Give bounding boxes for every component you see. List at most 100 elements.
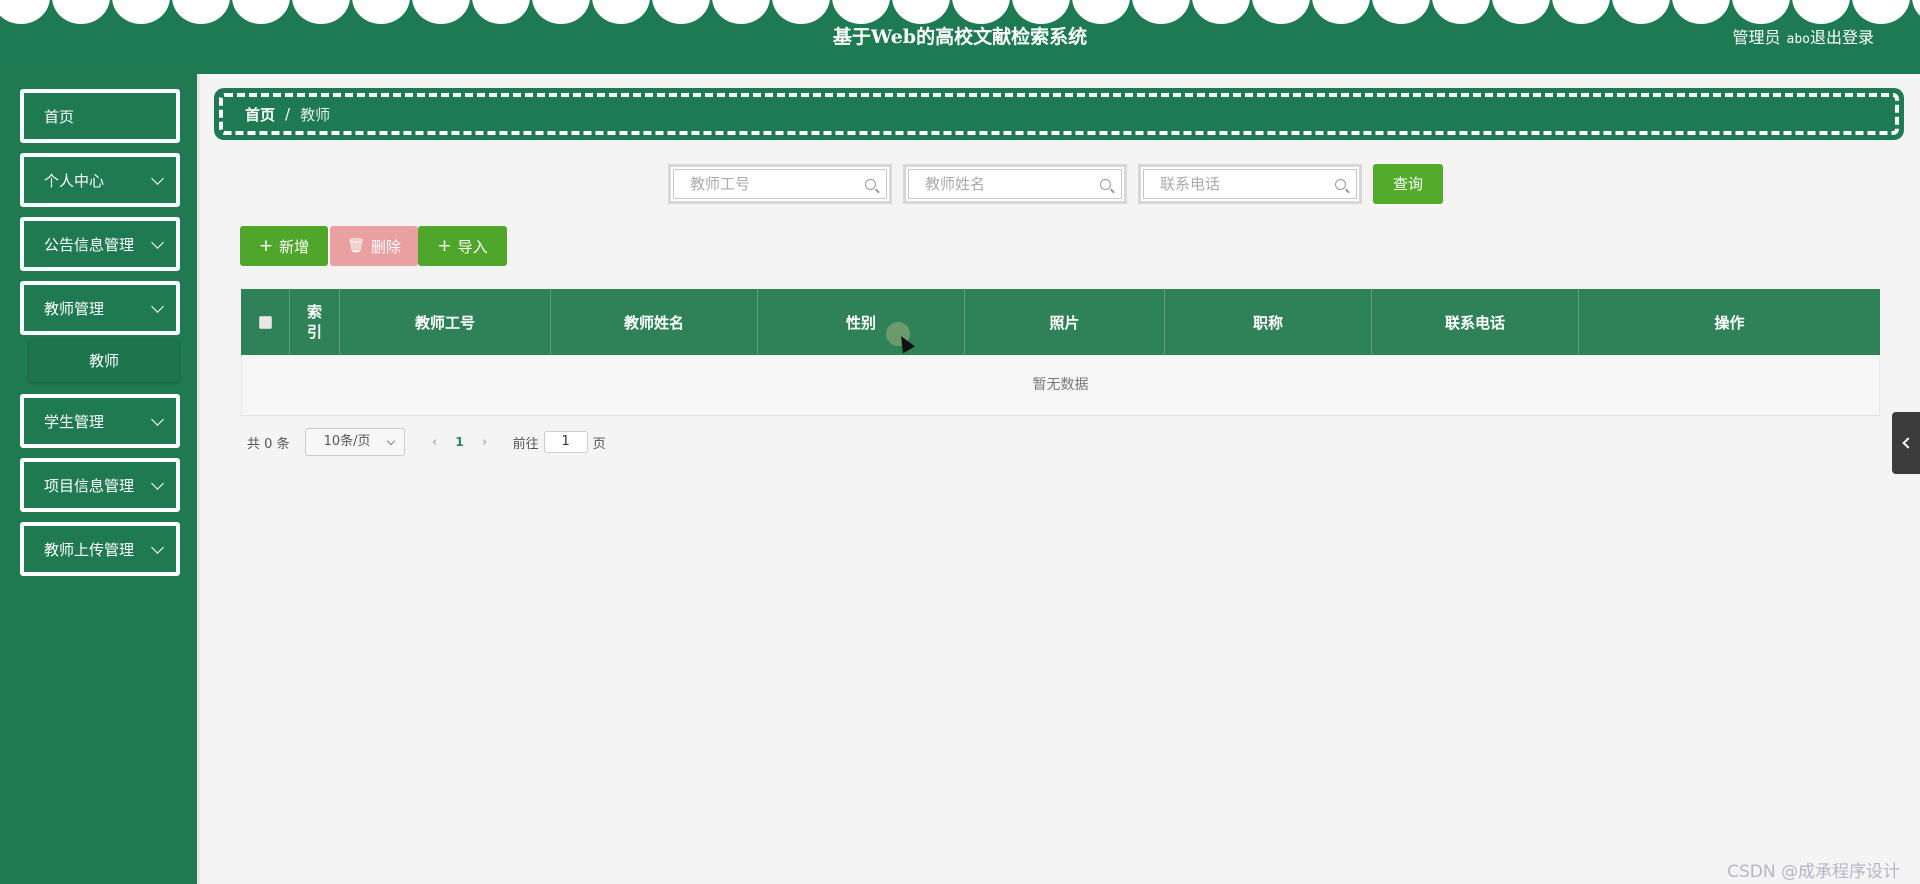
table-empty-text: 暂无数据 [241,355,1880,416]
sidebar-item-label: 教师管理 [44,299,105,318]
sidebar-item-teacher-management[interactable]: 教师管理 [20,281,180,335]
search-field-inner [673,169,887,199]
add-button-label: 新增 [279,237,310,256]
prev-page-icon[interactable]: ‹ [425,435,445,450]
add-button[interactable]: + 新增 [240,226,328,266]
column-header-teacher-name: 教师姓名 [551,289,758,355]
column-header-photo: 照片 [965,289,1165,355]
header-scallop [1672,0,1730,24]
teacher-table: 索引 教师工号 教师姓名 性别 照片 职称 联系电话 操作 暂无数据 [241,289,1880,416]
trash-icon: 🗑 [347,238,365,254]
header-scallop [1072,0,1130,24]
search-field-inner [908,169,1122,199]
chevron-down-icon [151,236,164,249]
column-header-phone: 联系电话 [1372,289,1579,355]
user-role: 管理员 [1732,28,1781,47]
header-scallop [1312,0,1370,24]
app-title: 基于Web的高校文献检索系统 [832,26,1088,48]
breadcrumb-inner: 首页 / 教师 [219,93,1899,135]
search-icon [1100,179,1111,190]
goto-label: 前往 [512,436,539,452]
teacher-name-input[interactable] [909,170,1121,198]
search-field-inner [1143,169,1357,199]
phone-input[interactable] [1144,170,1356,198]
teacher-name-search-field [903,164,1127,204]
sidebar-item-notice-management[interactable]: 公告信息管理 [20,217,180,271]
search-icon [1335,179,1346,190]
next-page-icon[interactable]: › [475,435,495,450]
user-info: 管理员 abo [1733,24,1811,48]
header-scallop [1792,0,1850,24]
header-scallop [1912,0,1920,24]
header-scallop [592,0,650,24]
top-header: 基于Web的高校文献检索系统 管理员 abo 退出登录 [0,0,1920,74]
teacher-id-input[interactable] [674,170,886,198]
sidebar-item-label: 学生管理 [44,412,105,431]
column-header-gender: 性别 [758,289,965,355]
header-scallop [1372,0,1430,24]
column-header-teacher-id: 教师工号 [340,289,551,355]
header-scallop [1192,0,1250,24]
header-scallop [1612,0,1670,24]
header-scallop [832,0,890,24]
page-number[interactable]: 1 [445,435,475,449]
header-scallop [1552,0,1610,24]
watermark: CSDN @成承程序设计 [1727,862,1900,882]
delete-button-label: 删除 [370,237,401,256]
goto-page-input[interactable]: 1 [543,431,588,453]
header-scallop [292,0,350,24]
header-scallop [1012,0,1070,24]
breadcrumb: 首页 / 教师 [214,88,1904,140]
header-scallop [1432,0,1490,24]
select-all-checkbox[interactable] [258,315,272,329]
username: abo [1786,32,1810,47]
breadcrumb-separator: / [285,105,291,123]
pagination-total: 共 0 条 [247,433,290,452]
sidebar-item-label: 个人中心 [44,171,105,190]
chevron-down-icon [151,541,164,554]
delete-button[interactable]: 🗑 删除 [330,226,418,266]
header-scallop [412,0,470,24]
logout-button[interactable]: 退出登录 [1810,24,1874,48]
sidebar-item-label: 项目信息管理 [44,476,135,495]
chevron-down-icon [151,413,164,426]
sidebar-item-label: 公告信息管理 [44,235,135,254]
header-scallop [232,0,290,24]
sidebar-item-home[interactable]: 首页 [20,89,180,143]
import-button[interactable]: + 导入 [418,226,507,266]
total-suffix: 条 [276,436,290,452]
chevron-down-icon [151,477,164,490]
header-scallop [1852,0,1910,24]
sidebar-item-project-management[interactable]: 项目信息管理 [20,458,180,512]
header-scallop [892,0,950,24]
chevron-down-icon [386,436,395,446]
breadcrumb-home-link[interactable]: 首页 [245,104,275,125]
total-prefix: 共 [247,436,261,452]
table-header: 索引 教师工号 教师姓名 性别 照片 职称 联系电话 操作 [241,289,1880,355]
header-scallop [712,0,770,24]
header-scallop [532,0,590,24]
import-button-label: 导入 [457,237,488,256]
chevron-left-icon [1902,437,1914,449]
query-button[interactable]: 查询 [1373,164,1443,204]
column-header-actions: 操作 [1714,313,1745,332]
header-scallop [652,0,710,24]
teacher-id-search-field [668,164,892,204]
sidebar-subitem-teacher[interactable]: 教师 [29,340,179,382]
sidebar-divider [197,74,200,884]
header-scallop [1492,0,1550,24]
pagination: 共 0 条 10条/页 ‹ 1 › 前往 1 页 [247,427,606,457]
sidebar-item-student-management[interactable]: 学生管理 [20,394,180,448]
select-all-cell [241,289,290,355]
header-scallop [772,0,830,24]
header-scallop [352,0,410,24]
sidebar-item-teacher-upload-management[interactable]: 教师上传管理 [20,522,180,576]
breadcrumb-current: 教师 [300,105,331,124]
header-scallop [0,0,50,24]
sidebar-item-label: 教师上传管理 [44,540,135,559]
chevron-down-icon [151,300,164,313]
side-panel-toggle[interactable] [1892,412,1920,474]
header-scallop [472,0,530,24]
sidebar-item-personal-center[interactable]: 个人中心 [20,153,180,207]
page-size-select[interactable]: 10条/页 [304,428,405,456]
